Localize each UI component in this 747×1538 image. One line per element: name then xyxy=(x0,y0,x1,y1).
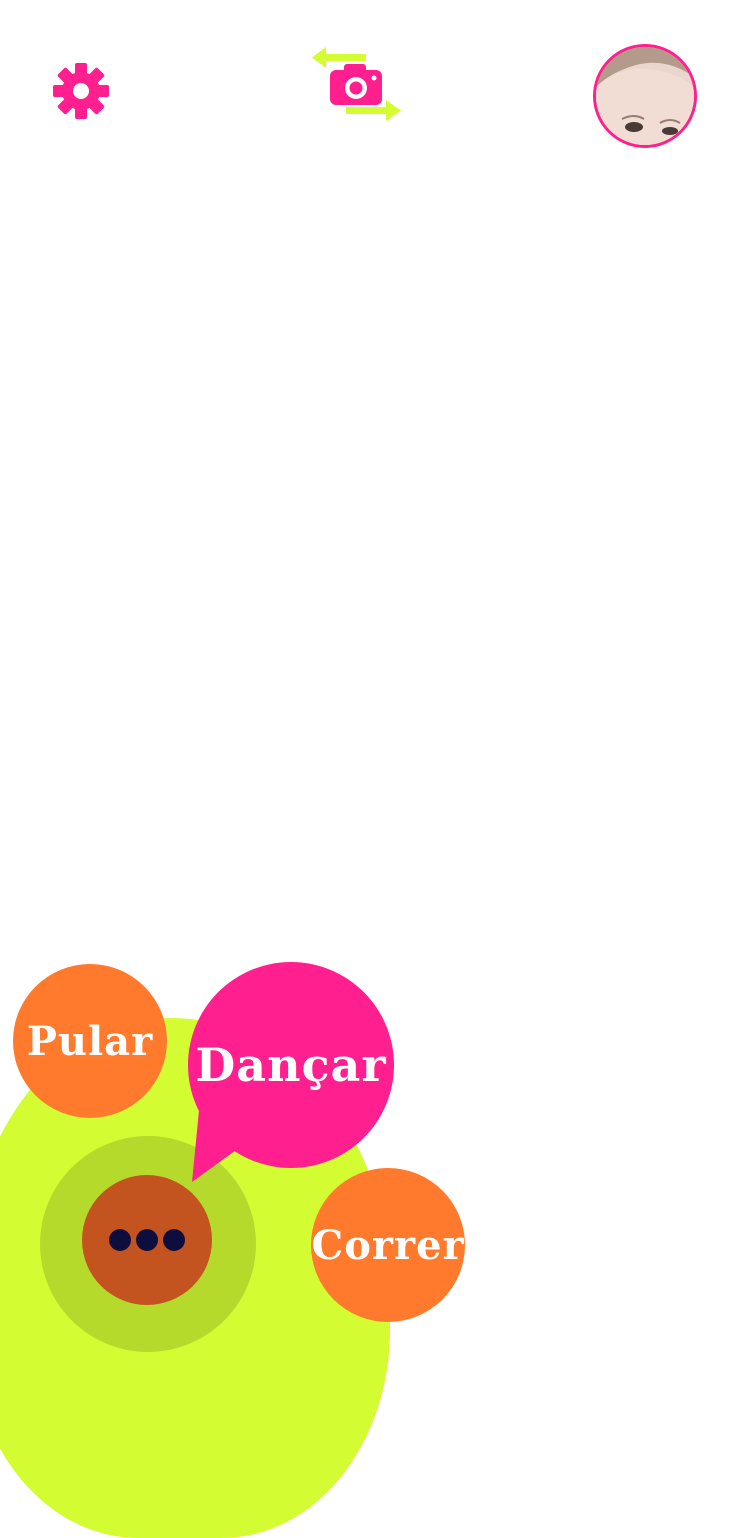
action-pular-button[interactable]: Pular xyxy=(13,964,167,1118)
ellipsis-icon xyxy=(109,1229,131,1251)
settings-button[interactable] xyxy=(52,62,110,120)
action-correr-label: Correr xyxy=(311,1221,465,1269)
action-dancar-label: Dançar xyxy=(195,1038,387,1092)
action-pular-label: Pular xyxy=(26,1017,154,1065)
ellipsis-icon xyxy=(163,1229,185,1251)
avatar-photo xyxy=(596,47,694,145)
camera-switch-icon xyxy=(312,47,401,121)
action-correr-button[interactable]: Correr xyxy=(311,1168,465,1322)
camera-switch-button[interactable] xyxy=(310,44,404,124)
ellipsis-icon xyxy=(136,1229,158,1251)
gear-icon xyxy=(53,63,109,119)
more-options-button[interactable] xyxy=(82,1175,212,1305)
user-avatar[interactable] xyxy=(593,44,697,148)
action-dancar-button[interactable]: Dançar xyxy=(188,962,394,1168)
